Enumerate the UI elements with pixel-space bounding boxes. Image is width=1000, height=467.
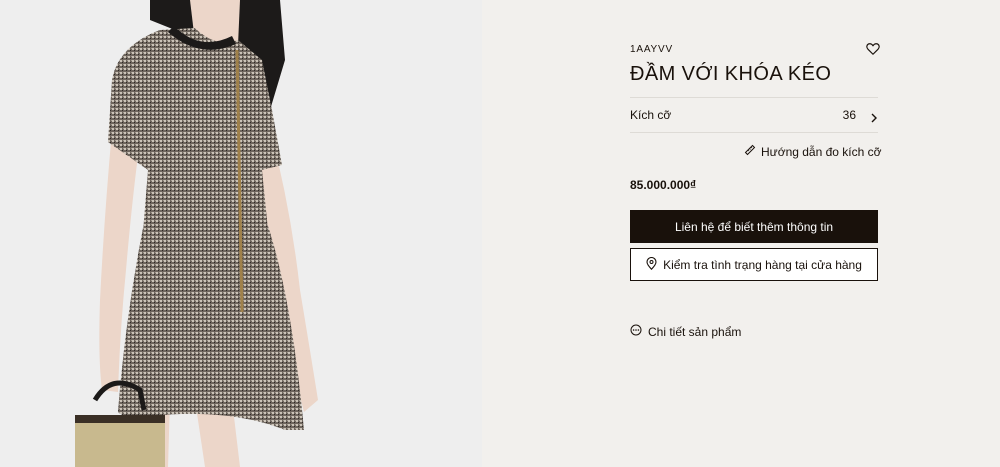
product-details-label: Chi tiết sản phẩm	[648, 324, 742, 339]
product-info-panel: 1AAYVV ĐẦM VỚI KHÓA KÉO Kích cỡ 36 Hướng…	[482, 0, 1000, 467]
check-stock-button[interactable]: Kiểm tra tình trạng hàng tại cửa hàng	[630, 248, 878, 281]
location-pin-icon	[646, 256, 657, 273]
product-image[interactable]	[0, 0, 482, 467]
check-stock-label: Kiểm tra tình trạng hàng tại cửa hàng	[663, 257, 862, 272]
size-label: Kích cỡ	[630, 108, 672, 122]
chevron-right-icon	[870, 110, 878, 123]
ruler-icon	[744, 144, 756, 159]
product-illustration	[75, 0, 318, 467]
heart-outline-icon[interactable]	[866, 42, 880, 56]
more-circle-icon	[630, 324, 642, 339]
product-details-link[interactable]: Chi tiết sản phẩm	[630, 324, 741, 339]
size-selector[interactable]: Kích cỡ 36	[630, 98, 878, 132]
product-price: 85.000.000₫	[630, 178, 697, 192]
size-value: 36	[842, 108, 856, 122]
size-guide-link[interactable]: Hướng dẫn đo kích cỡ	[744, 144, 882, 159]
divider	[630, 132, 878, 133]
product-title: ĐẦM VỚI KHÓA KÉO	[630, 63, 832, 85]
size-guide-label: Hướng dẫn đo kích cỡ	[761, 144, 882, 159]
contact-button[interactable]: Liên hệ để biết thêm thông tin	[630, 210, 878, 243]
product-sku: 1AAYVV	[630, 44, 673, 55]
